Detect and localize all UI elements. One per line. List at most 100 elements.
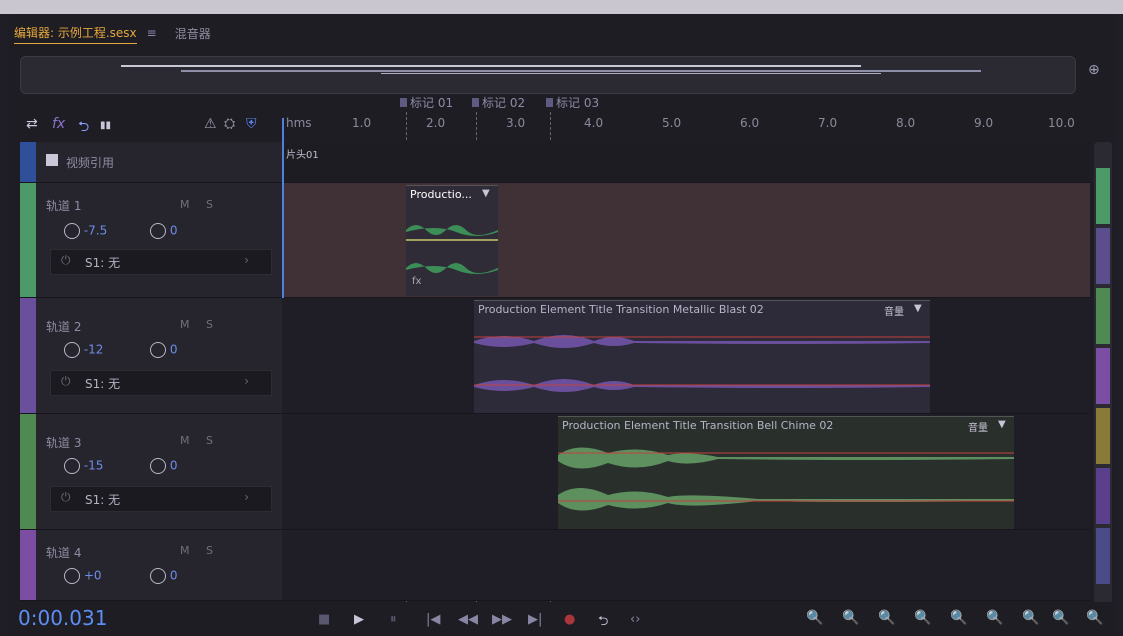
sends-icon[interactable]: ⮌ <box>78 116 89 140</box>
scroll-segment <box>1096 348 1110 404</box>
rewind-button[interactable]: ◀◀ <box>458 612 478 627</box>
volume-control[interactable]: -12 <box>64 342 103 358</box>
mute-button[interactable]: M <box>180 434 190 447</box>
ruler-label: 10.0 <box>1048 116 1075 130</box>
cue-label: 片头01 <box>286 150 319 161</box>
mute-button[interactable]: M <box>180 198 190 211</box>
clip-fx-icon[interactable]: fx <box>412 276 421 287</box>
zoom-in-point-icon[interactable]: 🔍 <box>986 610 1003 626</box>
pan-control[interactable]: 0 <box>150 568 177 584</box>
clip-dropdown-icon[interactable]: ▼ <box>914 303 922 314</box>
headphone-icon[interactable]: ⛨ <box>246 116 257 132</box>
volume-control[interactable]: -7.5 <box>64 223 107 239</box>
clip-2[interactable]: Production Element Title Transition Meta… <box>474 300 930 413</box>
clip-volume-label: 音量 <box>968 423 988 434</box>
chevron-right-icon[interactable]: › <box>244 490 249 504</box>
track-1-lane[interactable]: Productio... ▼ fx <box>282 183 1090 298</box>
track-name[interactable]: 轨道 1 <box>46 197 81 214</box>
current-time[interactable]: 0:00.031 <box>18 606 107 630</box>
track-1-header[interactable]: 轨道 1 M S -7.5 0 ⏻ S1: 无 › <box>20 183 282 298</box>
track-2-lane[interactable]: Production Element Title Transition Meta… <box>282 298 1090 414</box>
track-name[interactable]: 轨道 3 <box>46 434 81 451</box>
power-icon[interactable]: ⏻ <box>61 253 71 268</box>
send-slot[interactable]: ⏻ S1: 无 › <box>50 486 272 512</box>
track-4-lane[interactable] <box>282 530 1090 601</box>
pause-button[interactable]: ⏸ <box>390 612 397 627</box>
track-3-header[interactable]: 轨道 3 M S -15 0 ⏻ S1: 无 › <box>20 414 282 530</box>
stop-button[interactable]: ■ <box>318 612 330 627</box>
send-slot[interactable]: ⏻ S1: 无 › <box>50 249 272 275</box>
track-name[interactable]: 轨道 4 <box>46 544 81 561</box>
solo-button[interactable]: S <box>206 198 213 211</box>
solo-button[interactable]: S <box>206 544 213 557</box>
solo-button[interactable]: S <box>206 434 213 447</box>
pan-knob-icon <box>150 342 166 358</box>
monitor-icon[interactable]: ⛭ <box>224 116 235 132</box>
pan-control[interactable]: 0 <box>150 342 177 358</box>
warning-icon[interactable]: ⚠ <box>204 116 217 132</box>
vertical-scrollbar[interactable] <box>1094 142 1112 604</box>
video-lane: 片头01 <box>282 142 1090 183</box>
tab-editor[interactable]: 编辑器: 示例工程.sesx <box>14 22 137 44</box>
clip-dropdown-icon[interactable]: ▼ <box>998 419 1006 430</box>
marker-2[interactable]: 标记 02 <box>472 94 525 111</box>
clip-1[interactable]: Productio... ▼ fx <box>406 185 498 296</box>
clip-dropdown-icon[interactable]: ▼ <box>482 188 490 199</box>
chevron-right-icon[interactable]: › <box>244 253 249 267</box>
time-ruler[interactable]: hms 1.0 2.0 3.0 4.0 5.0 6.0 7.0 8.0 9.0 … <box>282 112 1090 143</box>
mute-button[interactable]: M <box>180 318 190 331</box>
marker-3[interactable]: 标记 03 <box>546 94 599 111</box>
track-2-header[interactable]: 轨道 2 M S -12 0 ⏻ S1: 无 › <box>20 298 282 414</box>
pan-control[interactable]: 0 <box>150 458 177 474</box>
zoom-tracks-icon[interactable]: 🔍 <box>1086 610 1103 626</box>
ruler-label: 9.0 <box>974 116 994 130</box>
go-to-start-button[interactable]: |◀ <box>426 612 440 627</box>
pan-value: 0 <box>169 568 178 583</box>
track-color-bar <box>20 414 36 529</box>
send-label: S1: 无 <box>85 256 121 270</box>
track-4-header[interactable]: 轨道 4 M S +0 0 <box>20 530 282 601</box>
power-icon[interactable]: ⏻ <box>61 490 71 505</box>
solo-button[interactable]: S <box>206 318 213 331</box>
fx-button[interactable]: fx <box>52 116 65 132</box>
record-button[interactable]: ● <box>564 612 575 627</box>
volume-control[interactable]: -15 <box>64 458 103 474</box>
track-name[interactable]: 轨道 2 <box>46 318 81 335</box>
panel-menu-icon[interactable]: ≡ <box>147 26 157 40</box>
timeline-overview[interactable] <box>20 56 1076 94</box>
zoom-selection-icon[interactable]: 🔍 <box>1052 610 1069 626</box>
marker-1[interactable]: 标记 01 <box>400 94 453 111</box>
loop-button[interactable]: ⮌ <box>598 612 608 634</box>
mute-button[interactable]: M <box>180 544 190 557</box>
scroll-segment <box>1096 528 1110 584</box>
zoom-out-time-icon[interactable]: 🔍 <box>914 610 931 626</box>
ruler-label: 8.0 <box>896 116 916 130</box>
play-button[interactable]: ▶ <box>354 612 364 627</box>
zoom-out-point-icon[interactable]: 🔍 <box>1022 610 1039 626</box>
power-icon[interactable]: ⏻ <box>61 374 71 389</box>
zoom-out-amplitude-icon[interactable]: 🔍 <box>842 610 859 626</box>
ruler-label: 7.0 <box>818 116 838 130</box>
zoom-reset-icon[interactable]: ⊕ <box>1088 62 1106 80</box>
go-to-end-button[interactable]: ▶| <box>528 612 542 627</box>
pan-value: 0 <box>169 458 178 473</box>
clip-3[interactable]: Production Element Title Transition Bell… <box>558 416 1014 529</box>
pan-knob-icon <box>150 223 166 239</box>
send-slot[interactable]: ⏻ S1: 无 › <box>50 370 272 396</box>
fast-forward-button[interactable]: ▶▶ <box>492 612 512 627</box>
zoom-out-full-icon[interactable]: 🔍 <box>950 610 967 626</box>
volume-control[interactable]: +0 <box>64 568 102 584</box>
pan-control[interactable]: 0 <box>150 223 177 239</box>
track-3-lane[interactable]: Production Element Title Transition Bell… <box>282 414 1090 530</box>
skip-button[interactable]: ‹› <box>630 612 640 627</box>
clip-volume-label: 音量 <box>884 307 904 318</box>
marker-label: 标记 03 <box>556 96 600 110</box>
swap-icon[interactable]: ⇄ <box>26 116 38 132</box>
video-track-label: 视频引用 <box>66 156 115 170</box>
meter-icon[interactable]: ▮▮ <box>100 120 111 131</box>
chevron-right-icon[interactable]: › <box>244 374 249 388</box>
zoom-in-time-icon[interactable]: 🔍 <box>878 610 895 626</box>
zoom-in-amplitude-icon[interactable]: 🔍 <box>806 610 823 626</box>
playhead[interactable] <box>282 118 284 298</box>
tab-mixer[interactable]: 混音器 <box>175 25 211 42</box>
